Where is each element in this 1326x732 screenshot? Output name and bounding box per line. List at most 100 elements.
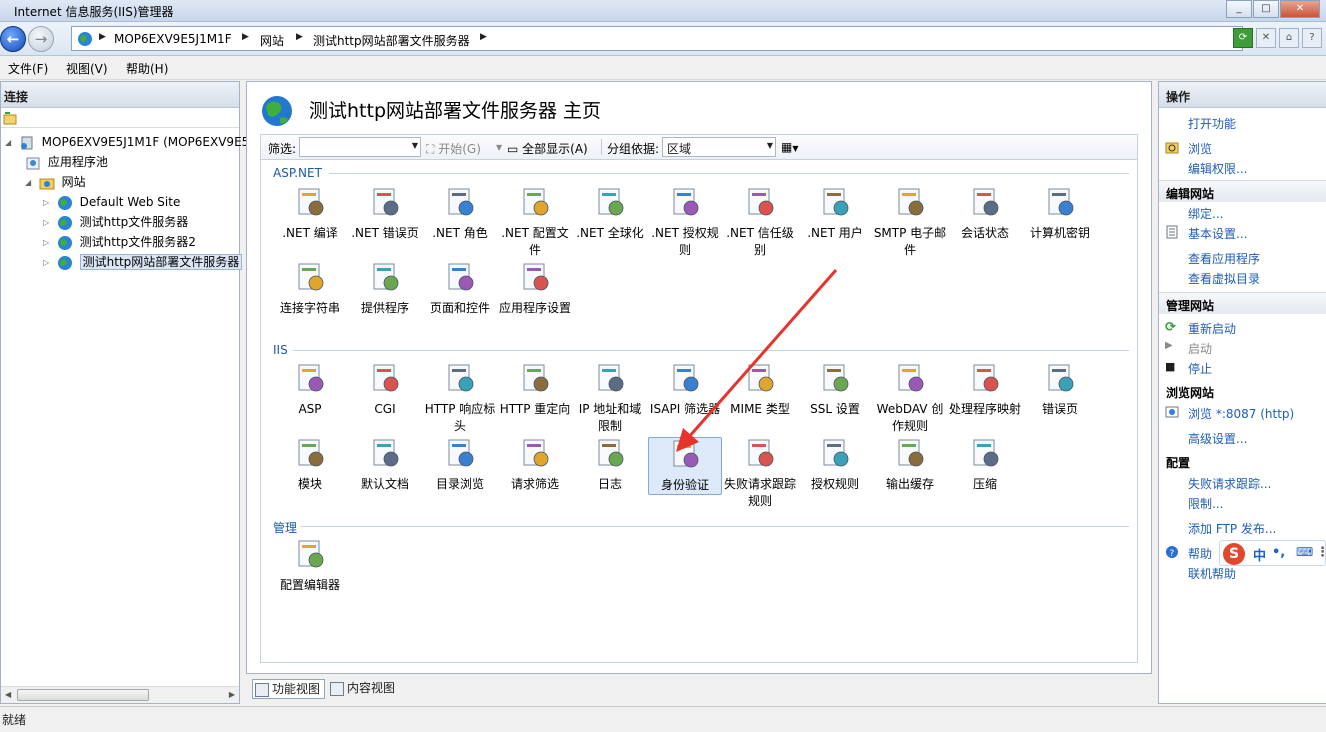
action-start[interactable]: 启动: [1188, 340, 1212, 357]
feature-aspnet-13[interactable]: 页面和控件: [423, 261, 497, 317]
feature-iis-7[interactable]: SSL 设置: [798, 362, 872, 418]
maximize-button[interactable]: □: [1253, 0, 1279, 18]
ime-more-icon[interactable]: ⋮: [1316, 545, 1326, 560]
refresh-icon[interactable]: ⟳: [1233, 28, 1253, 48]
feature-iis-3[interactable]: HTTP 重定向: [498, 362, 572, 418]
forward-button[interactable]: →: [28, 26, 54, 52]
menu-file[interactable]: 文件(F): [8, 60, 48, 77]
action-stop[interactable]: 停止: [1188, 360, 1212, 377]
action-bindings[interactable]: 绑定...: [1188, 205, 1223, 222]
feature-aspnet-1[interactable]: .NET 错误页: [348, 186, 422, 242]
horizontal-scrollbar[interactable]: ◀ ▶: [1, 686, 239, 703]
action-open-feature[interactable]: 打开功能: [1188, 115, 1236, 132]
feature-aspnet-8[interactable]: SMTP 电子邮件: [873, 186, 947, 259]
menu-help[interactable]: 帮助(H): [126, 60, 168, 77]
back-button[interactable]: ←: [0, 26, 26, 52]
go-button[interactable]: ⛶ 开始(G): [426, 140, 481, 157]
keyboard-icon[interactable]: ⌨: [1296, 545, 1313, 559]
tree-server[interactable]: ◢ MOP6EXV9E5J1M1F (MOP6EXV9E5: [5, 133, 249, 151]
tree-site-4[interactable]: ▷ 测试http网站部署文件服务器: [43, 253, 243, 272]
feature-iis-15[interactable]: 日志: [573, 437, 647, 493]
tree-site-default[interactable]: ▷ Default Web Site: [43, 193, 180, 211]
feature-iis-11[interactable]: 模块: [273, 437, 347, 493]
scroll-left-icon[interactable]: ◀: [5, 690, 11, 699]
feature-iis-18[interactable]: 授权规则: [798, 437, 872, 493]
feature-iis-2[interactable]: HTTP 响应标头: [423, 362, 497, 435]
action-browse[interactable]: 浏览: [1188, 140, 1212, 157]
ime-language[interactable]: 中: [1253, 545, 1266, 564]
action-advanced-settings[interactable]: 高级设置...: [1188, 430, 1247, 447]
feature-aspnet-2[interactable]: .NET 角色: [423, 186, 497, 242]
feature-aspnet-6[interactable]: .NET 信任级别: [723, 186, 797, 259]
breadcrumb-site[interactable]: 测试http网站部署文件服务器: [313, 32, 470, 49]
breadcrumb-sites[interactable]: 网站: [260, 32, 284, 49]
action-online-help[interactable]: 联机帮助: [1188, 565, 1236, 582]
tab-features-view[interactable]: 功能视图: [252, 679, 326, 699]
action-restart[interactable]: 重新启动: [1188, 320, 1236, 337]
action-view-virtual-dirs[interactable]: 查看虚拟目录: [1188, 270, 1260, 287]
expand-icon[interactable]: ▷: [43, 234, 53, 252]
feature-iis-14[interactable]: 请求筛选: [498, 437, 572, 493]
feature-iis-12[interactable]: 默认文档: [348, 437, 422, 493]
feature-iis-0[interactable]: ASP: [273, 362, 347, 418]
breadcrumb[interactable]: ▶ MOP6EXV9E5J1M1F ▶ 网站 ▶ 测试http网站部署文件服务器…: [71, 26, 1243, 51]
scroll-right-icon[interactable]: ▶: [229, 690, 235, 699]
scrollbar-thumb[interactable]: [17, 689, 149, 701]
feature-iis-10[interactable]: 错误页: [1023, 362, 1097, 418]
action-help[interactable]: 帮助: [1188, 545, 1212, 562]
feature-aspnet-7[interactable]: .NET 用户: [798, 186, 872, 242]
feature-iis-19[interactable]: 输出缓存: [873, 437, 947, 493]
action-limits[interactable]: 限制...: [1188, 495, 1223, 512]
feature-aspnet-3[interactable]: .NET 配置文件: [498, 186, 572, 259]
feature-iis-5[interactable]: ISAPI 筛选器: [648, 362, 722, 418]
feature-aspnet-5[interactable]: .NET 授权规则: [648, 186, 722, 259]
feature-iis-17[interactable]: 失败请求跟踪规则: [723, 437, 797, 510]
feature-iis-8[interactable]: WebDAV 创作规则: [873, 362, 947, 435]
home-icon[interactable]: ⌂: [1279, 28, 1299, 48]
feature-aspnet-10[interactable]: 计算机密钥: [1023, 186, 1097, 242]
feature-iis-4[interactable]: IP 地址和域限制: [573, 362, 647, 435]
group-by-select[interactable]: 区域 ▼: [662, 137, 776, 157]
feature-aspnet-11[interactable]: 连接字符串: [273, 261, 347, 317]
expand-icon[interactable]: ▷: [43, 254, 53, 272]
feature-aspnet-14[interactable]: 应用程序设置: [498, 261, 572, 317]
feature-aspnet-0[interactable]: .NET 编译: [273, 186, 347, 242]
minimize-button[interactable]: _: [1226, 0, 1252, 18]
tree-site-3[interactable]: ▷ 测试http文件服务器2: [43, 233, 196, 251]
group-aspnet[interactable]: ASP.NET: [273, 166, 322, 180]
go-dropdown-icon[interactable]: ▼: [496, 143, 502, 152]
show-all-button[interactable]: ▭ 全部显示(A): [507, 140, 588, 157]
filter-input[interactable]: ▼: [299, 137, 421, 157]
view-mode-button[interactable]: ▦▼: [781, 140, 799, 154]
breadcrumb-server[interactable]: MOP6EXV9E5J1M1F: [114, 32, 232, 46]
expand-icon[interactable]: ▷: [43, 214, 53, 232]
feature-iis-13[interactable]: 目录浏览: [423, 437, 497, 493]
ime-toolbar[interactable]: S 中 •, ⌨ ⋮: [1219, 540, 1326, 566]
action-add-ftp[interactable]: 添加 FTP 发布...: [1188, 520, 1276, 537]
feature-iis-20[interactable]: 压缩: [948, 437, 1022, 493]
group-management[interactable]: 管理: [273, 519, 297, 536]
action-basic-settings[interactable]: 基本设置...: [1188, 225, 1247, 242]
collapse-icon[interactable]: ◢: [25, 174, 35, 192]
collapse-icon[interactable]: ◢: [5, 134, 15, 152]
feature-iis-6[interactable]: MIME 类型: [723, 362, 797, 418]
help-icon[interactable]: ?: [1302, 28, 1322, 48]
tree-site-2[interactable]: ▷ 测试http文件服务器: [43, 213, 188, 231]
feature-aspnet-12[interactable]: 提供程序: [348, 261, 422, 317]
tree-app-pools[interactable]: 应用程序池: [25, 153, 108, 171]
ime-punctuation[interactable]: •,: [1272, 545, 1285, 560]
stop-icon[interactable]: ✕: [1256, 28, 1276, 48]
feature-iis-1[interactable]: CGI: [348, 362, 422, 418]
expand-icon[interactable]: ▷: [43, 194, 53, 212]
feature-iis-9[interactable]: 处理程序映射: [948, 362, 1022, 418]
feature-aspnet-9[interactable]: 会话状态: [948, 186, 1022, 242]
add-connection-icon[interactable]: [3, 111, 17, 125]
feature-aspnet-4[interactable]: .NET 全球化: [573, 186, 647, 242]
action-view-applications[interactable]: 查看应用程序: [1188, 250, 1260, 267]
action-browse-port[interactable]: 浏览 *:8087 (http): [1188, 405, 1294, 422]
action-failed-request-tracing[interactable]: 失败请求跟踪...: [1188, 475, 1271, 492]
tab-content-view[interactable]: 内容视图: [328, 679, 399, 699]
menu-view[interactable]: 视图(V): [66, 60, 108, 77]
action-edit-permissions[interactable]: 编辑权限...: [1188, 160, 1247, 177]
feature-iis-16[interactable]: 身份验证: [648, 437, 722, 495]
